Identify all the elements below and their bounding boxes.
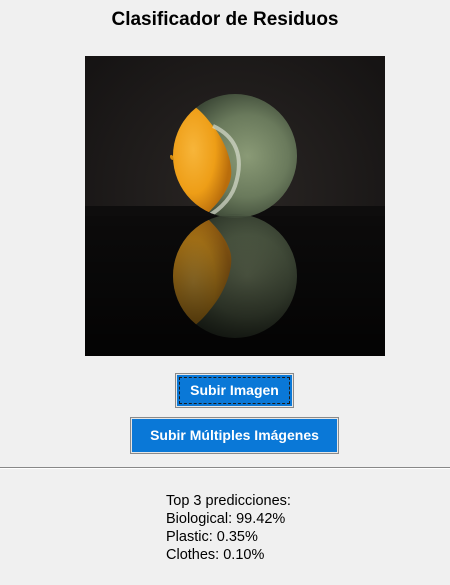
- prediction-item: Clothes: 0.10%: [166, 547, 265, 563]
- prediction-item: Biological: 99.42%: [166, 511, 286, 527]
- prediction-results: Top 3 predicciones: Biological: 99.42% P…: [166, 492, 291, 564]
- app-title: Clasificador de Residuos: [111, 9, 339, 30]
- upload-multiple-images-button[interactable]: Subir Múltiples Imágenes: [130, 417, 339, 454]
- separator: [0, 467, 450, 469]
- upload-image-button[interactable]: Subir Imagen: [175, 373, 294, 408]
- prediction-item: Plastic: 0.35%: [166, 529, 258, 545]
- image-preview: [85, 56, 385, 356]
- upload-multiple-label: Subir Múltiples Imágenes: [150, 427, 319, 443]
- results-header: Top 3 predicciones:: [166, 493, 291, 509]
- upload-image-label: Subir Imagen: [190, 382, 279, 398]
- lemon-image: [85, 56, 385, 356]
